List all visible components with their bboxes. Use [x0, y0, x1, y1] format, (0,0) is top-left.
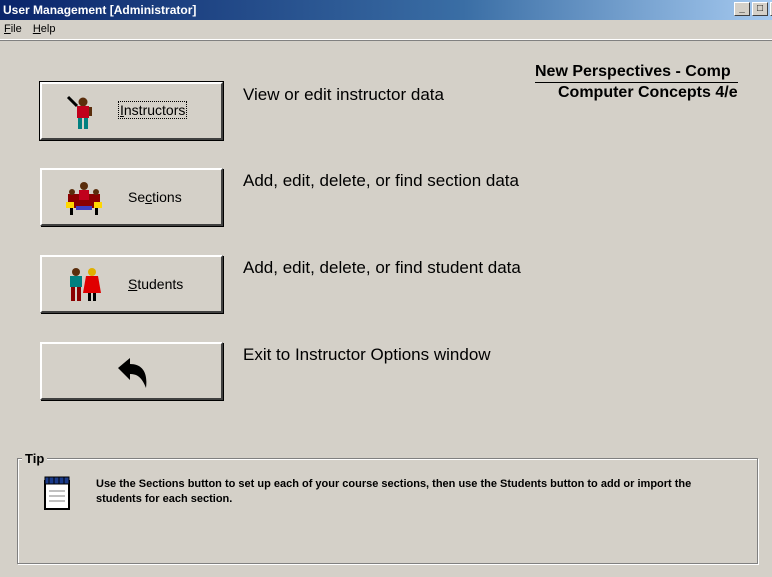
instructors-button[interactable]: Instructors	[39, 81, 224, 141]
minimize-icon[interactable]: _	[734, 2, 750, 16]
notepad-icon	[44, 476, 70, 510]
sections-description: Add, edit, delete, or find section data	[243, 171, 519, 190]
students-button[interactable]: Students	[40, 255, 223, 313]
menu-help[interactable]: Help	[29, 20, 60, 35]
instructor-icon	[66, 95, 92, 129]
instructors-label: Instructors	[118, 101, 188, 119]
exit-button[interactable]	[40, 342, 223, 400]
instructors-description: View or edit instructor data	[243, 85, 444, 104]
exit-description: Exit to Instructor Options window	[243, 345, 491, 364]
title-bar: User Management [Administrator] _ □ ×	[0, 0, 772, 20]
back-arrow-icon	[118, 358, 147, 388]
students-label: Students	[128, 276, 184, 292]
tip-text: Use the Sections button to set up each o…	[96, 478, 692, 505]
students-icon	[70, 268, 101, 301]
sections-button[interactable]: Sections	[40, 168, 223, 226]
maximize-icon[interactable]: □	[752, 2, 768, 16]
menu-bar: File Help	[0, 20, 772, 40]
tip-group	[17, 458, 758, 564]
course-book: Computer Concepts 4/e	[558, 84, 738, 101]
students-description: Add, edit, delete, or find student data	[243, 258, 521, 277]
sections-label: Sections	[128, 189, 182, 205]
window-title: User Management [Administrator]	[3, 3, 197, 17]
tip-title: Tip	[22, 451, 48, 466]
menu-file[interactable]: File	[0, 20, 26, 35]
classroom-icon	[66, 182, 102, 215]
window-controls: _ □ ×	[734, 2, 772, 16]
course-title: New Perspectives - Comp Computer Concept…	[535, 62, 738, 102]
course-series: New Perspectives - Comp	[535, 62, 738, 83]
